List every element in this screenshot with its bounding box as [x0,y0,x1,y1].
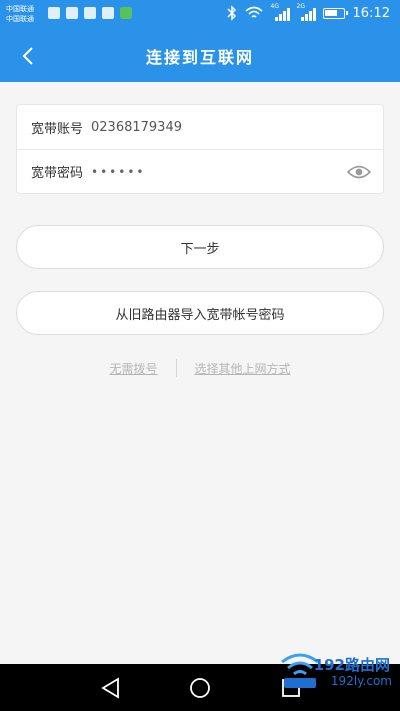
account-row[interactable]: 宽带账号 02368179349 [17,105,383,149]
no-dialup-link[interactable]: 无需拨号 [109,360,157,377]
page-title: 连接到互联网 [145,48,254,67]
link-divider [175,359,177,377]
next-step-button[interactable]: 下一步 [16,225,384,269]
other-connection-method-link[interactable]: 选择其他上网方式 [195,360,291,377]
watermark-site-name: 192路由网 [313,656,390,674]
signal-4g-icon: 4G [270,3,290,21]
clock: 16:12 [352,5,390,21]
watermark-url: 192ly.com [330,674,392,688]
signal-2g-icon: 2G [296,3,316,21]
password-label: 宽带密码 [31,166,84,181]
image-notification-icon [102,7,114,19]
app-notification-icon [84,7,96,19]
site-watermark: 192路由网 192ly.com [276,650,396,700]
nav-back-button[interactable] [99,676,123,700]
alternative-links: 无需拨号 选择其他上网方式 [0,358,400,378]
import-from-old-router-button[interactable]: 从旧路由器导入宽带帐号密码 [16,291,384,335]
wifi-icon [245,6,263,18]
carrier-info: 中国联通 中国联通 [6,4,34,24]
status-bar: 中国联通 中国联通 4G 2G 16:12 [0,0,400,30]
notification-icons [48,7,132,19]
network-type-2: 2G [296,3,305,10]
eye-icon [346,165,372,179]
app-bar: 连接到互联网 [0,30,400,82]
circle-home-icon [190,678,210,698]
status-indicators: 4G 2G 16:12 [227,3,390,21]
credentials-form: 宽带账号 02368179349 宽带密码 •••••• [16,104,384,194]
carrier-name-2: 中国联通 [6,15,34,23]
nav-home-button[interactable] [188,676,212,700]
triangle-back-icon [101,677,119,699]
password-row[interactable]: 宽带密码 •••••• [17,149,383,193]
camera-notification-icon [48,7,60,19]
carrier-name-1: 中国联通 [6,5,34,13]
network-type-1: 4G [270,3,279,10]
shield-notification-icon [66,7,78,19]
bluetooth-icon [227,5,236,21]
chart-notification-icon [120,7,132,19]
account-input[interactable]: 02368179349 [91,120,182,135]
battery-icon [322,7,348,19]
account-label: 宽带账号 [31,121,84,137]
password-input[interactable]: •••••• [91,165,145,179]
show-password-toggle[interactable] [346,163,372,181]
